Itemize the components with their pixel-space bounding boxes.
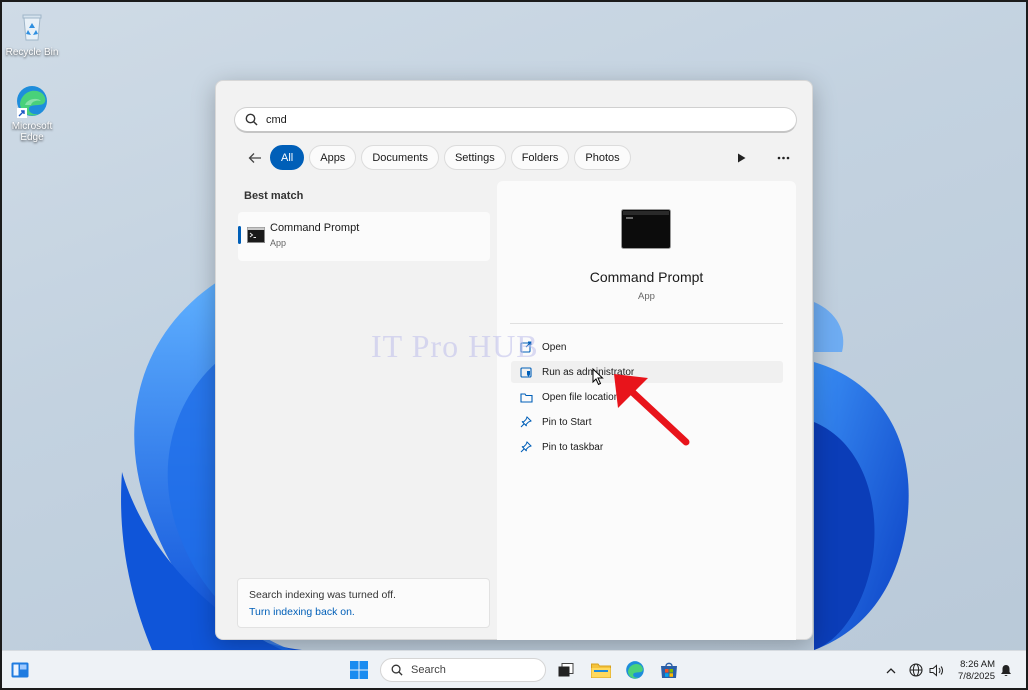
- desktop-icon-label: Microsoft Edge: [11, 121, 53, 143]
- microsoft-store-button[interactable]: [657, 658, 681, 682]
- notifications-button[interactable]: [998, 658, 1014, 682]
- arrow-left-icon: [248, 152, 261, 163]
- command-prompt-large-icon: [621, 209, 671, 252]
- action-label: Pin to taskbar: [542, 441, 604, 453]
- best-match-heading: Best match: [244, 190, 304, 202]
- store-icon: [661, 662, 677, 678]
- clock[interactable]: 8:26 AM 7/8/2025: [947, 659, 995, 683]
- annotation-arrow-icon: [614, 374, 690, 446]
- action-open[interactable]: Open: [511, 336, 783, 358]
- network-button[interactable]: [908, 658, 924, 682]
- speaker-icon: [929, 663, 943, 677]
- action-label: Pin to Start: [542, 416, 592, 428]
- action-label: Open: [542, 341, 567, 353]
- more-dots-icon: [777, 156, 789, 160]
- volume-button[interactable]: [928, 658, 944, 682]
- desktop-icon-microsoft-edge[interactable]: Microsoft Edge: [4, 84, 60, 143]
- turn-indexing-on-link[interactable]: Turn indexing back on.: [249, 606, 355, 618]
- desktop: Recycle Bin Microsoft Edge cmd All Apps …: [2, 2, 1026, 688]
- widgets-button[interactable]: [8, 658, 32, 682]
- filter-chip-folders[interactable]: Folders: [510, 145, 570, 170]
- selection-indicator: [238, 226, 241, 244]
- folder-icon: [519, 390, 533, 404]
- filter-chip-all[interactable]: All: [270, 145, 305, 170]
- filter-chip-apps[interactable]: Apps: [309, 145, 357, 170]
- bell-icon: [1001, 664, 1011, 676]
- mouse-cursor-icon: [592, 368, 604, 386]
- detail-title: Command Prompt: [589, 269, 704, 285]
- show-hidden-icons-button[interactable]: [883, 658, 899, 682]
- shield-icon: [519, 365, 533, 379]
- taskbar-search-box[interactable]: Search: [380, 658, 546, 682]
- windows-logo-icon: [350, 661, 368, 679]
- recycle-bin-icon: [15, 10, 49, 44]
- search-icon: [391, 664, 403, 676]
- search-panel: cmd All Apps Documents Settings Folders …: [215, 80, 813, 640]
- chevron-up-icon: [886, 667, 896, 673]
- clock-date: 7/8/2025: [958, 671, 995, 682]
- taskbar: Search 8:26 AM 7/8/2025: [2, 650, 1026, 688]
- edge-icon: [626, 661, 644, 679]
- play-button[interactable]: [730, 147, 752, 169]
- clock-time: 8:26 AM: [960, 659, 995, 670]
- result-type: App: [270, 238, 287, 248]
- task-view-icon: [558, 663, 574, 677]
- desktop-icon-label: Recycle Bin: [5, 47, 59, 58]
- pin-icon: [519, 415, 533, 429]
- search-query-text: cmd: [266, 113, 287, 126]
- more-options-button[interactable]: [772, 147, 794, 169]
- folder-icon: [591, 663, 611, 678]
- filter-bar: All Apps Documents Settings Folders Phot…: [244, 145, 636, 170]
- back-button[interactable]: [244, 147, 266, 169]
- result-title: Command Prompt: [270, 222, 360, 234]
- edge-icon: [15, 84, 49, 118]
- indexing-notice: Search indexing was turned off. Turn ind…: [237, 578, 490, 628]
- filter-chip-photos[interactable]: Photos: [574, 145, 631, 170]
- open-external-icon: [519, 340, 533, 354]
- search-icon: [245, 113, 258, 126]
- detail-type: App: [638, 291, 655, 302]
- taskbar-search-placeholder: Search: [411, 664, 446, 676]
- desktop-icon-recycle-bin[interactable]: Recycle Bin: [4, 10, 60, 58]
- widgets-icon: [11, 662, 29, 678]
- filter-chip-documents[interactable]: Documents: [361, 145, 439, 170]
- pin-icon: [519, 440, 533, 454]
- globe-icon: [909, 663, 923, 677]
- indexing-message: Search indexing was turned off.: [249, 589, 396, 601]
- start-button[interactable]: [347, 658, 371, 682]
- play-icon: [737, 153, 745, 163]
- best-match-result[interactable]: Command Prompt App: [238, 212, 490, 261]
- edge-taskbar-button[interactable]: [623, 658, 647, 682]
- divider: [510, 323, 783, 324]
- task-view-button[interactable]: [554, 658, 578, 682]
- file-explorer-button[interactable]: [589, 658, 613, 682]
- filter-chip-settings[interactable]: Settings: [443, 145, 506, 170]
- command-prompt-icon: [247, 227, 265, 246]
- search-input[interactable]: cmd: [234, 107, 797, 133]
- shortcut-arrow-icon: [17, 108, 27, 118]
